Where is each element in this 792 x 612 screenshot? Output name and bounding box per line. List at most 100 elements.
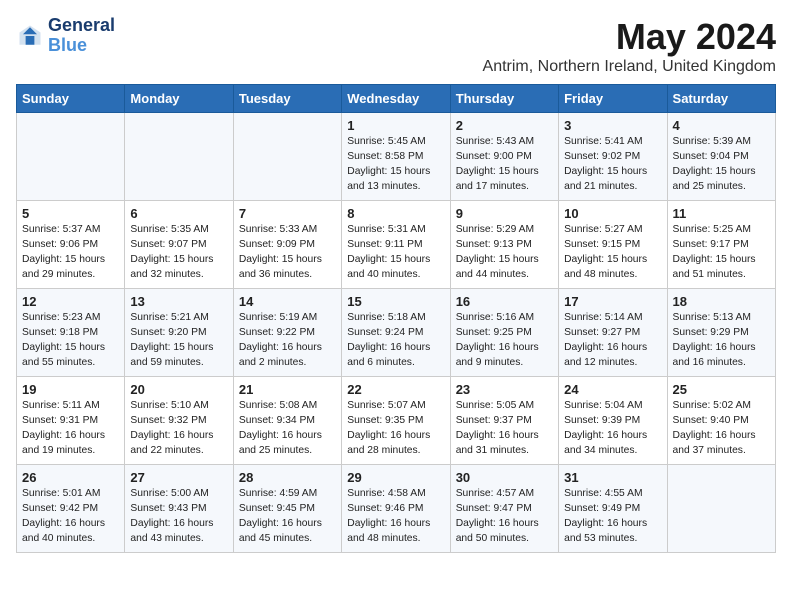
day-cell: 19 Sunrise: 5:11 AM Sunset: 9:31 PM Dayli… <box>17 377 125 465</box>
logo-line2: Blue <box>48 36 115 56</box>
day-number: 7 <box>239 206 336 221</box>
day-cell: 7 Sunrise: 5:33 AM Sunset: 9:09 PM Daylig… <box>233 201 341 289</box>
day-number: 26 <box>22 470 119 485</box>
day-cell: 26 Sunrise: 5:01 AM Sunset: 9:42 PM Dayli… <box>17 465 125 553</box>
day-cell: 11 Sunrise: 5:25 AM Sunset: 9:17 PM Dayli… <box>667 201 775 289</box>
week-row-5: 26 Sunrise: 5:01 AM Sunset: 9:42 PM Dayli… <box>17 465 776 553</box>
day-info: Sunrise: 5:13 AM Sunset: 9:29 PM Dayligh… <box>673 311 770 371</box>
header-saturday: Saturday <box>667 85 775 113</box>
header-monday: Monday <box>125 85 233 113</box>
day-cell: 25 Sunrise: 5:02 AM Sunset: 9:40 PM Dayli… <box>667 377 775 465</box>
day-info: Sunrise: 5:16 AM Sunset: 9:25 PM Dayligh… <box>456 311 553 371</box>
day-info: Sunrise: 5:04 AM Sunset: 9:39 PM Dayligh… <box>564 399 661 459</box>
day-cell: 9Sunrise: 5:29 AM Sunset: 9:13 PM Daylig… <box>450 201 558 289</box>
day-info: Sunrise: 5:35 AM Sunset: 9:07 PM Dayligh… <box>130 223 227 283</box>
logo: General Blue <box>16 16 115 56</box>
day-number: 31 <box>564 470 661 485</box>
week-row-3: 12 Sunrise: 5:23 AM Sunset: 9:18 PM Dayli… <box>17 289 776 377</box>
day-cell: 1 Sunrise: 5:45 AM Sunset: 8:58 PM Daylig… <box>342 113 450 201</box>
day-cell: 13 Sunrise: 5:21 AM Sunset: 9:20 PM Dayli… <box>125 289 233 377</box>
day-info: Sunrise: 5:02 AM Sunset: 9:40 PM Dayligh… <box>673 399 770 459</box>
day-number: 18 <box>673 294 770 309</box>
day-info: Sunrise: 5:25 AM Sunset: 9:17 PM Dayligh… <box>673 223 770 283</box>
day-info: Sunrise: 4:58 AM Sunset: 9:46 PM Dayligh… <box>347 487 444 547</box>
day-number: 13 <box>130 294 227 309</box>
day-number: 21 <box>239 382 336 397</box>
day-number: 16 <box>456 294 553 309</box>
week-row-1: 1 Sunrise: 5:45 AM Sunset: 8:58 PM Daylig… <box>17 113 776 201</box>
day-cell: 17 Sunrise: 5:14 AM Sunset: 9:27 PM Dayli… <box>559 289 667 377</box>
day-number: 29 <box>347 470 444 485</box>
day-number: 30 <box>456 470 553 485</box>
day-number: 4 <box>673 118 770 133</box>
header-friday: Friday <box>559 85 667 113</box>
day-cell: 24 Sunrise: 5:04 AM Sunset: 9:39 PM Dayli… <box>559 377 667 465</box>
day-number: 17 <box>564 294 661 309</box>
day-info: Sunrise: 4:59 AM Sunset: 9:45 PM Dayligh… <box>239 487 336 547</box>
day-info: Sunrise: 5:10 AM Sunset: 9:32 PM Dayligh… <box>130 399 227 459</box>
day-cell <box>233 113 341 201</box>
day-cell: 4Sunrise: 5:39 AM Sunset: 9:04 PM Daylig… <box>667 113 775 201</box>
day-info: Sunrise: 5:05 AM Sunset: 9:37 PM Dayligh… <box>456 399 553 459</box>
day-info: Sunrise: 5:31 AM Sunset: 9:11 PM Dayligh… <box>347 223 444 283</box>
day-number: 8 <box>347 206 444 221</box>
day-number: 5 <box>22 206 119 221</box>
day-number: 25 <box>673 382 770 397</box>
day-info: Sunrise: 5:14 AM Sunset: 9:27 PM Dayligh… <box>564 311 661 371</box>
day-cell: 10Sunrise: 5:27 AM Sunset: 9:15 PM Dayli… <box>559 201 667 289</box>
day-cell: 15 Sunrise: 5:18 AM Sunset: 9:24 PM Dayli… <box>342 289 450 377</box>
day-info: Sunrise: 5:21 AM Sunset: 9:20 PM Dayligh… <box>130 311 227 371</box>
day-cell: 20 Sunrise: 5:10 AM Sunset: 9:32 PM Dayli… <box>125 377 233 465</box>
logo-icon <box>16 22 44 50</box>
title-area: May 2024 Antrim, Northern Ireland, Unite… <box>483 16 776 76</box>
day-info: Sunrise: 5:45 AM Sunset: 8:58 PM Dayligh… <box>347 135 444 195</box>
day-number: 24 <box>564 382 661 397</box>
day-cell: 2 Sunrise: 5:43 AM Sunset: 9:00 PM Daylig… <box>450 113 558 201</box>
day-info: Sunrise: 5:37 AM Sunset: 9:06 PM Dayligh… <box>22 223 119 283</box>
day-cell: 30 Sunrise: 4:57 AM Sunset: 9:47 PM Dayli… <box>450 465 558 553</box>
day-number: 27 <box>130 470 227 485</box>
day-cell: 27Sunrise: 5:00 AM Sunset: 9:43 PM Dayli… <box>125 465 233 553</box>
day-cell: 5 Sunrise: 5:37 AM Sunset: 9:06 PM Daylig… <box>17 201 125 289</box>
day-cell: 28 Sunrise: 4:59 AM Sunset: 9:45 PM Dayli… <box>233 465 341 553</box>
day-info: Sunrise: 4:57 AM Sunset: 9:47 PM Dayligh… <box>456 487 553 547</box>
day-number: 20 <box>130 382 227 397</box>
day-info: Sunrise: 5:33 AM Sunset: 9:09 PM Dayligh… <box>239 223 336 283</box>
day-cell: 16 Sunrise: 5:16 AM Sunset: 9:25 PM Dayli… <box>450 289 558 377</box>
day-cell: 18 Sunrise: 5:13 AM Sunset: 9:29 PM Dayli… <box>667 289 775 377</box>
day-number: 19 <box>22 382 119 397</box>
header-wednesday: Wednesday <box>342 85 450 113</box>
day-number: 12 <box>22 294 119 309</box>
day-number: 1 <box>347 118 444 133</box>
days-header-row: SundayMondayTuesdayWednesdayThursdayFrid… <box>17 85 776 113</box>
day-number: 11 <box>673 206 770 221</box>
day-cell: 21 Sunrise: 5:08 AM Sunset: 9:34 PM Dayli… <box>233 377 341 465</box>
week-row-2: 5 Sunrise: 5:37 AM Sunset: 9:06 PM Daylig… <box>17 201 776 289</box>
day-info: Sunrise: 5:43 AM Sunset: 9:00 PM Dayligh… <box>456 135 553 195</box>
logo-line1: General <box>48 16 115 36</box>
day-number: 15 <box>347 294 444 309</box>
day-info: Sunrise: 5:11 AM Sunset: 9:31 PM Dayligh… <box>22 399 119 459</box>
day-cell <box>125 113 233 201</box>
day-cell: 22 Sunrise: 5:07 AM Sunset: 9:35 PM Dayli… <box>342 377 450 465</box>
day-info: Sunrise: 4:55 AM Sunset: 9:49 PM Dayligh… <box>564 487 661 547</box>
day-cell: 12 Sunrise: 5:23 AM Sunset: 9:18 PM Dayli… <box>17 289 125 377</box>
day-info: Sunrise: 5:01 AM Sunset: 9:42 PM Dayligh… <box>22 487 119 547</box>
day-info: Sunrise: 5:08 AM Sunset: 9:34 PM Dayligh… <box>239 399 336 459</box>
day-number: 22 <box>347 382 444 397</box>
day-number: 28 <box>239 470 336 485</box>
header-tuesday: Tuesday <box>233 85 341 113</box>
day-info: Sunrise: 5:23 AM Sunset: 9:18 PM Dayligh… <box>22 311 119 371</box>
day-number: 14 <box>239 294 336 309</box>
day-cell: 23Sunrise: 5:05 AM Sunset: 9:37 PM Dayli… <box>450 377 558 465</box>
day-number: 2 <box>456 118 553 133</box>
day-info: Sunrise: 5:07 AM Sunset: 9:35 PM Dayligh… <box>347 399 444 459</box>
day-number: 10 <box>564 206 661 221</box>
day-cell: 14 Sunrise: 5:19 AM Sunset: 9:22 PM Dayli… <box>233 289 341 377</box>
day-cell: 8 Sunrise: 5:31 AM Sunset: 9:11 PM Daylig… <box>342 201 450 289</box>
week-row-4: 19 Sunrise: 5:11 AM Sunset: 9:31 PM Dayli… <box>17 377 776 465</box>
day-cell: 31 Sunrise: 4:55 AM Sunset: 9:49 PM Dayli… <box>559 465 667 553</box>
day-info: Sunrise: 5:19 AM Sunset: 9:22 PM Dayligh… <box>239 311 336 371</box>
day-info: Sunrise: 5:18 AM Sunset: 9:24 PM Dayligh… <box>347 311 444 371</box>
day-cell <box>17 113 125 201</box>
